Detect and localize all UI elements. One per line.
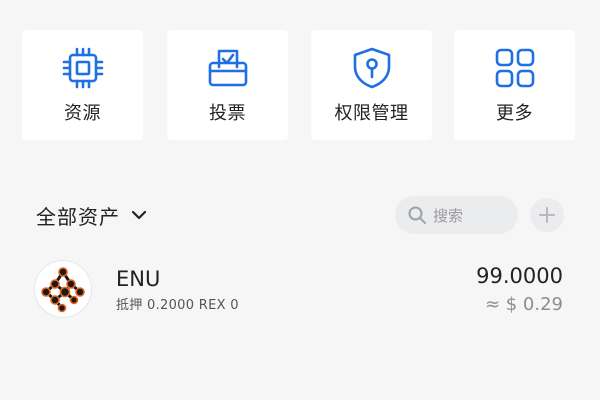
shield-key-icon xyxy=(348,44,396,92)
plus-icon xyxy=(538,206,556,224)
resource-button[interactable]: 资源 xyxy=(22,30,143,140)
vote-label: 投票 xyxy=(209,103,246,124)
assets-header: 全部资产 xyxy=(36,198,148,232)
chevron-down-icon[interactable] xyxy=(130,209,148,221)
grid-icon xyxy=(491,44,539,92)
permission-management-label: 权限管理 xyxy=(334,103,409,124)
permission-management-button[interactable]: 权限管理 xyxy=(311,30,432,140)
search-input[interactable]: 搜索 xyxy=(395,196,518,234)
token-symbol: ENU xyxy=(116,267,161,291)
search-icon xyxy=(407,205,427,225)
token-fiat-value: ≈ $ 0.29 xyxy=(484,294,563,315)
more-label: 更多 xyxy=(496,103,533,124)
resource-label: 资源 xyxy=(64,103,101,124)
add-token-button[interactable] xyxy=(530,198,564,232)
chip-icon xyxy=(59,44,107,92)
quick-actions: 资源 投票 权限管理 更多 xyxy=(22,30,578,140)
token-balance: 99.0000 xyxy=(476,264,563,288)
token-staked-info: 抵押 0.2000 REX 0 xyxy=(116,298,239,313)
search-placeholder: 搜索 xyxy=(433,206,464,225)
token-row-enu[interactable]: ENU 抵押 0.2000 REX 0 99.0000 ≈ $ 0.29 xyxy=(34,258,566,320)
more-button[interactable]: 更多 xyxy=(454,30,575,140)
enu-logo-icon xyxy=(34,260,92,318)
ballot-box-icon xyxy=(204,44,252,92)
assets-title: 全部资产 xyxy=(36,204,120,229)
vote-button[interactable]: 投票 xyxy=(167,30,288,140)
